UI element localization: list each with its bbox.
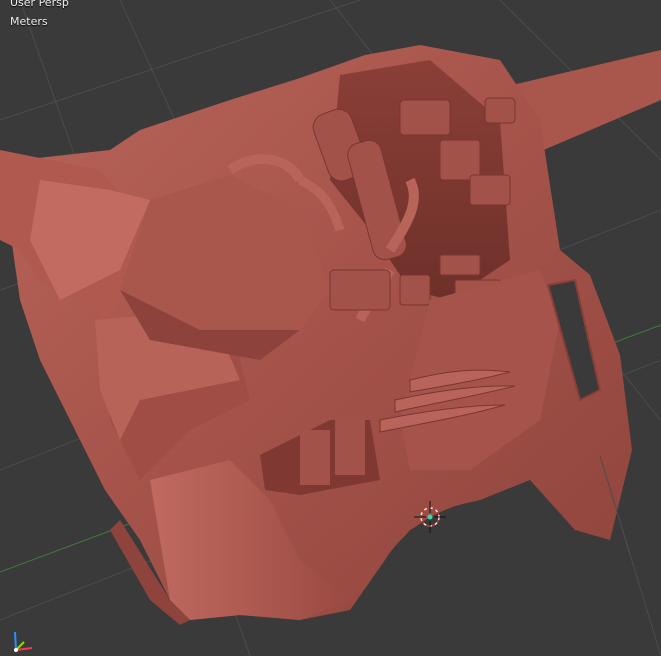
units-label: Meters: [10, 15, 48, 28]
intake-block-2: [335, 420, 365, 475]
3d-viewport[interactable]: User Persp Meters: [0, 0, 661, 656]
intake-block-1: [300, 430, 330, 485]
axis-gizmo-icon: [14, 631, 33, 652]
view-name-label: User Persp: [10, 0, 69, 9]
scene-canvas[interactable]: [0, 0, 661, 656]
